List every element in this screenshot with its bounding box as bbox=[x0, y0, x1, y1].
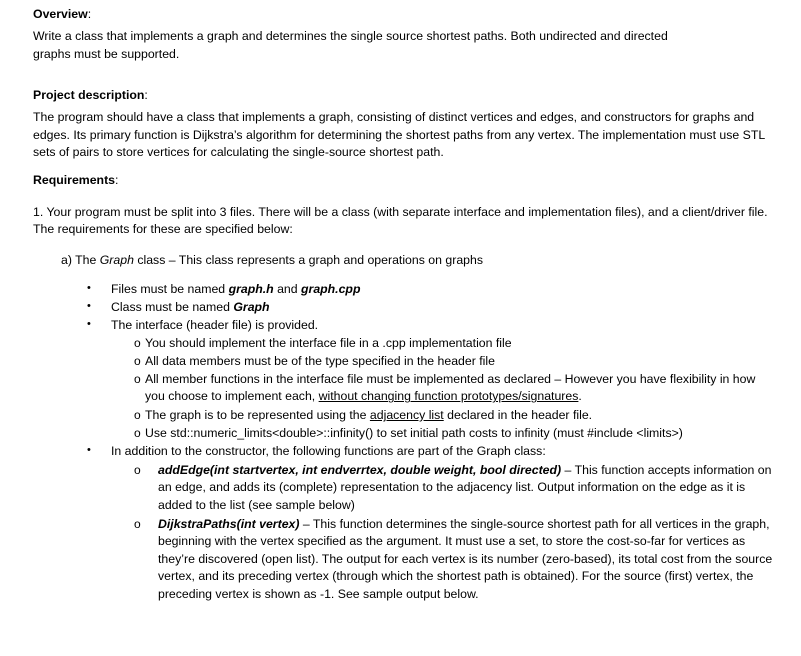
hollow-bullet-icon: o bbox=[134, 336, 141, 350]
hollow-bullet-icon: o bbox=[134, 354, 141, 368]
files-named-graph-cpp: graph.cpp bbox=[301, 282, 361, 296]
bullet-icon: • bbox=[87, 300, 91, 312]
graph-repr-underlined: adjacency list bbox=[369, 408, 444, 422]
requirement-item-a-graph-italic: Graph bbox=[99, 253, 134, 267]
project-description-heading-colon: : bbox=[144, 88, 148, 102]
hollow-bullet-icon: o bbox=[134, 463, 141, 477]
requirement-item-1: 1. Your program must be split into 3 fil… bbox=[33, 205, 768, 237]
list-item-files-named: • Files must be named graph.h and graph.… bbox=[87, 281, 747, 298]
member-functions-suffix: . bbox=[578, 389, 582, 404]
list-item-class-named: • Class must be named Graph bbox=[87, 299, 747, 316]
requirements-heading-colon: : bbox=[115, 173, 119, 187]
section-overview: Overview: Write a class that implements … bbox=[33, 6, 733, 63]
files-named-and: and bbox=[273, 282, 302, 296]
sublist-item-member-functions: o All member functions in the interface … bbox=[134, 371, 764, 406]
graph-repr-suffix: declared in the header file. bbox=[443, 408, 593, 422]
sublist-item-add-edge-text: addEdge(int startvertex, int endverrtex,… bbox=[158, 462, 774, 514]
sublist-item-data-members-text: All data members must be of the type spe… bbox=[145, 354, 495, 368]
graph-repr-prefix: The graph is to be represented using the bbox=[145, 408, 370, 422]
bullet-icon: • bbox=[87, 318, 91, 330]
list-item-class-named-text: Class must be named Graph bbox=[111, 299, 747, 316]
project-description-paragraph: The program should have a class that imp… bbox=[33, 110, 765, 160]
sublist-item-dijkstra-paths: o DijkstraPaths(int vertex) – This funct… bbox=[134, 516, 774, 603]
overview-heading-colon: : bbox=[87, 7, 92, 21]
overview-paragraph: Write a class that implements a graph an… bbox=[33, 29, 668, 61]
sublist-item-graph-representation: o The graph is to be represented using t… bbox=[134, 407, 764, 424]
add-edge-signature: addEdge(int startvertex, int endverrtex,… bbox=[158, 463, 562, 477]
sublist-item-dijkstra-paths-text: DijkstraPaths(int vertex) – This functio… bbox=[158, 516, 774, 603]
sublist-item-numeric-limits-text: Use std::numeric_limits<double>::infinit… bbox=[145, 426, 683, 440]
sublist-item-data-members: o All data members must be of the type s… bbox=[134, 353, 754, 370]
class-named-prefix: Class must be named bbox=[111, 300, 234, 314]
member-functions-underlined: without changing function prototypes/sig… bbox=[318, 389, 579, 404]
requirement-item-a-suffix: class – This class represents a graph an… bbox=[133, 253, 483, 267]
requirement-item-a-prefix: a) The bbox=[61, 253, 100, 267]
overview-heading: Overview: bbox=[33, 6, 733, 23]
bullet-icon: • bbox=[87, 444, 91, 456]
sublist-item-member-functions-text: All member functions in the interface fi… bbox=[145, 371, 764, 406]
hollow-bullet-icon: o bbox=[134, 517, 141, 531]
hollow-bullet-icon: o bbox=[134, 408, 141, 422]
sublist-item-add-edge: o addEdge(int startvertex, int endverrte… bbox=[134, 462, 774, 514]
files-named-graph-h: graph.h bbox=[228, 282, 274, 296]
project-description-heading: Project description: bbox=[33, 87, 773, 104]
section-requirements-heading: Requirements: bbox=[33, 172, 433, 189]
requirements-heading-text: Requirements bbox=[33, 173, 116, 187]
sublist-item-implement-cpp: o You should implement the interface fil… bbox=[134, 335, 754, 352]
dijkstra-signature: DijkstraPaths(int vertex) bbox=[158, 517, 300, 531]
list-item-files-named-text: Files must be named graph.h and graph.cp… bbox=[111, 281, 747, 298]
hollow-bullet-icon: o bbox=[134, 426, 141, 440]
section-project-description: Project description: The program should … bbox=[33, 87, 773, 162]
list-item-interface-provided: • The interface (header file) is provide… bbox=[87, 317, 747, 334]
list-item-in-addition-text: In addition to the constructor, the foll… bbox=[111, 444, 546, 458]
list-item-in-addition: • In addition to the constructor, the fo… bbox=[87, 443, 747, 460]
document-page: Overview: Write a class that implements … bbox=[0, 0, 801, 656]
project-description-heading-text: Project description bbox=[33, 88, 145, 102]
hollow-bullet-icon: o bbox=[134, 372, 141, 386]
requirement-item-a: a) The Graph class – This class represen… bbox=[61, 252, 761, 269]
list-item-interface-provided-text: The interface (header file) is provided. bbox=[111, 318, 319, 332]
sublist-item-implement-cpp-text: You should implement the interface file … bbox=[145, 336, 512, 350]
class-named-graph: Graph bbox=[233, 300, 270, 314]
bullet-icon: • bbox=[87, 282, 91, 294]
sublist-item-graph-representation-text: The graph is to be represented using the… bbox=[145, 407, 764, 424]
sublist-item-numeric-limits: o Use std::numeric_limits<double>::infin… bbox=[134, 425, 794, 442]
files-named-prefix: Files must be named bbox=[111, 282, 229, 296]
overview-heading-text: Overview bbox=[33, 7, 88, 21]
